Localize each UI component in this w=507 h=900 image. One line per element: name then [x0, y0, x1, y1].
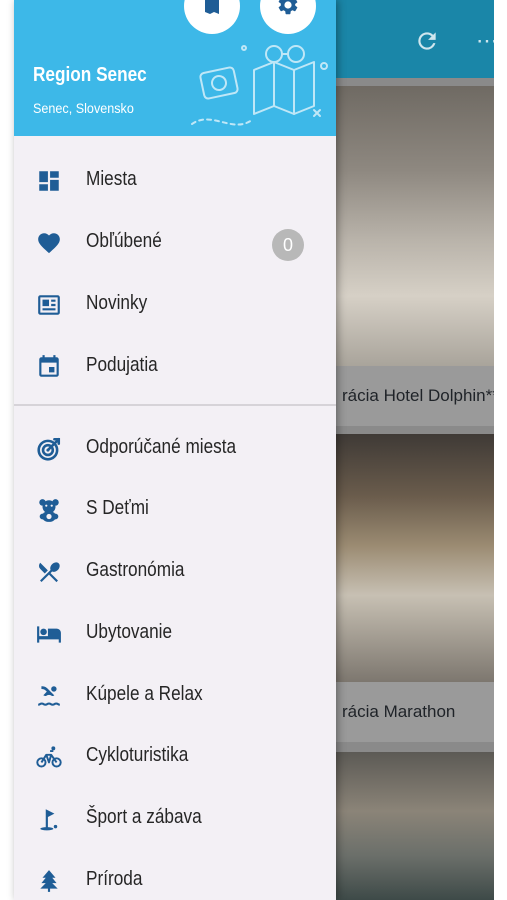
heart-icon [36, 230, 62, 256]
left-gutter [0, 0, 14, 900]
place-photo[interactable] [336, 86, 494, 366]
favorites-count-badge: 0 [272, 229, 304, 261]
more-icon[interactable]: ⋯ [476, 28, 494, 54]
place-caption[interactable]: rácia Hotel Dolphin**** [336, 366, 494, 426]
region-title: Region Senec [33, 64, 147, 86]
newspaper-icon [36, 292, 62, 318]
menu-item-label: Príroda [86, 868, 143, 890]
menu-divider [14, 404, 336, 406]
menu-item-ubytovanie[interactable]: Ubytovanie [14, 605, 336, 661]
travel-doodle-icon [191, 45, 328, 126]
place-photo[interactable] [336, 434, 494, 682]
menu-item-gastronomia[interactable]: Gastronómia [14, 543, 336, 599]
target-icon [36, 436, 62, 462]
region-subtitle: Senec, Slovensko [33, 100, 134, 116]
menu-item-oblubene[interactable]: Obľúbené 0 [14, 214, 336, 270]
map-button[interactable] [184, 0, 240, 34]
fork-knife-icon [36, 559, 62, 585]
bed-icon [36, 621, 62, 647]
menu-item-s-detmi[interactable]: S Deťmi [14, 481, 336, 537]
menu-item-novinky[interactable]: Novinky [14, 276, 336, 332]
tree-icon [36, 868, 62, 894]
menu-item-label: Cykloturistika [86, 744, 189, 766]
refresh-icon[interactable] [414, 28, 440, 54]
settings-button[interactable] [260, 0, 316, 34]
dashboard-icon [36, 168, 62, 194]
calendar-icon [36, 354, 62, 380]
menu-item-cykloturistika[interactable]: Cykloturistika [14, 728, 336, 784]
golf-flag-icon [36, 806, 62, 832]
menu-item-label: Novinky [86, 292, 148, 314]
swimmer-icon [36, 683, 62, 709]
menu-item-label: Miesta [86, 168, 137, 190]
menu-item-label: Gastronómia [86, 559, 185, 581]
navigation-drawer: Region Senec Senec, Slovensko Miesta Obľ… [14, 0, 336, 900]
menu-item-label: Podujatia [86, 354, 158, 376]
menu-item-priroda[interactable]: Príroda [14, 852, 336, 900]
menu-item-odporucane-miesta[interactable]: Odporúčané miesta [14, 420, 336, 476]
right-gutter [494, 0, 507, 900]
place-caption[interactable]: rácia Marathon [336, 682, 494, 742]
drawer-header: Region Senec Senec, Slovensko [14, 0, 336, 136]
menu-item-label: Kúpele a Relax [86, 683, 203, 705]
menu-item-label: Šport a zábava [86, 806, 202, 828]
map-icon [200, 0, 224, 22]
gear-icon [276, 0, 300, 22]
teddy-bear-icon [36, 497, 62, 523]
menu-item-sport-a-zabava[interactable]: Šport a zábava [14, 790, 336, 846]
menu-item-podujatia[interactable]: Podujatia [14, 338, 336, 394]
menu-item-label: Obľúbené [86, 230, 162, 252]
menu-item-miesta[interactable]: Miesta [14, 152, 336, 208]
menu-item-kupele-a-relax[interactable]: Kúpele a Relax [14, 667, 336, 723]
place-photo[interactable] [336, 752, 494, 900]
menu-item-label: S Deťmi [86, 497, 149, 519]
bicycle-icon [36, 744, 62, 770]
menu-item-label: Odporúčané miesta [86, 436, 237, 458]
menu-item-label: Ubytovanie [86, 621, 173, 643]
